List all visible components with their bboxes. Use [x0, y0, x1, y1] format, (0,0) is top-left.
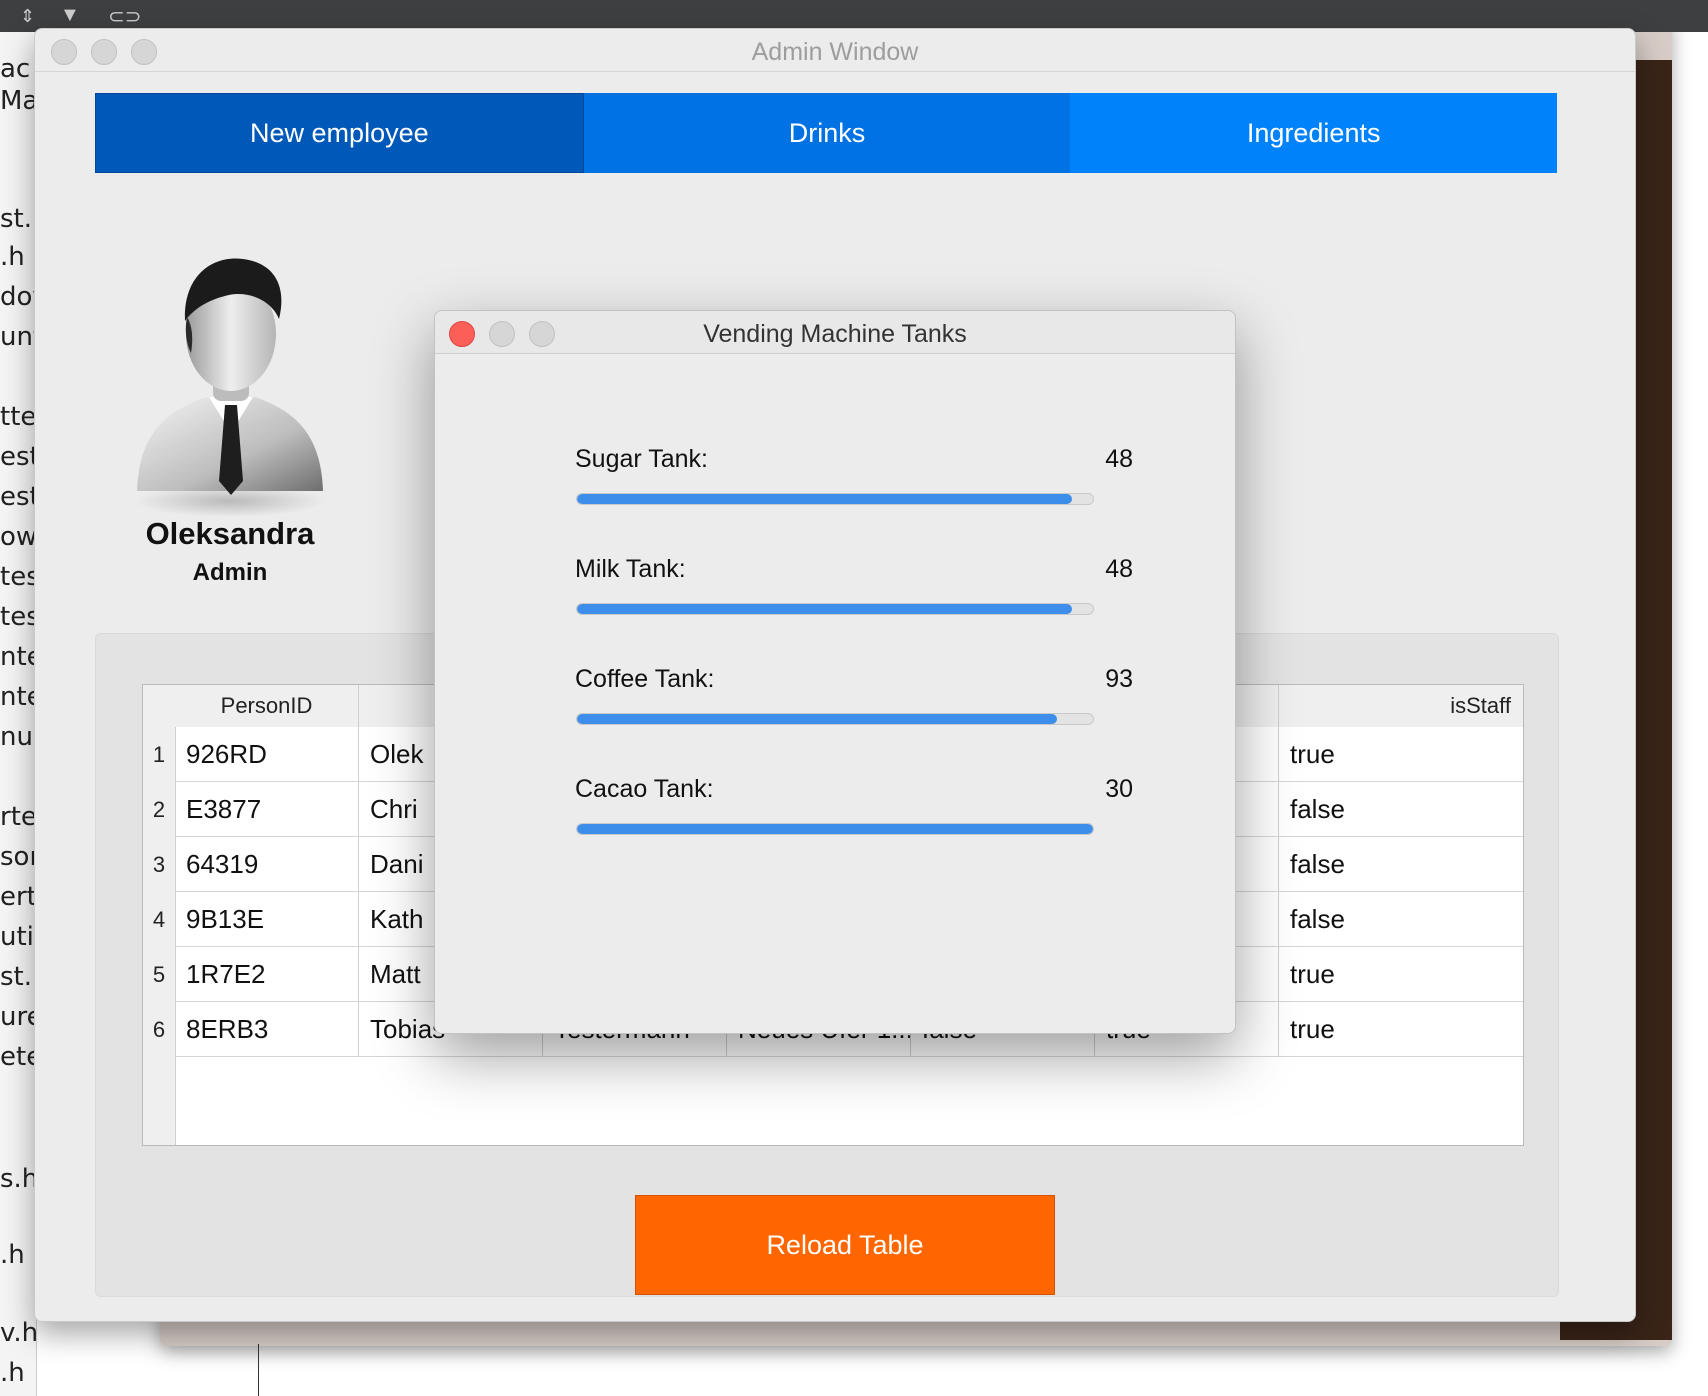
tank-value: 30: [1105, 775, 1133, 803]
background-file-item: .h: [0, 1358, 25, 1388]
table-cell[interactable]: true: [1279, 947, 1523, 1002]
table-cell[interactable]: E3877: [175, 782, 359, 837]
table-cell[interactable]: 926RD: [175, 727, 359, 782]
table-cell[interactable]: 64319: [175, 837, 359, 892]
background-file-item: Ma: [0, 86, 39, 116]
tank-label: Coffee Tank:: [575, 665, 715, 693]
tab-new-employee[interactable]: New employee: [95, 93, 584, 173]
table-cell[interactable]: true: [1279, 727, 1523, 782]
window-title: Admin Window: [751, 38, 919, 66]
toolbar-filter-icon[interactable]: ▼: [60, 4, 80, 27]
person-icon: [135, 258, 325, 517]
tank-label: Sugar Tank:: [575, 445, 708, 473]
table-corner: [143, 685, 176, 727]
row-number[interactable]: 2: [143, 782, 176, 837]
tank-label: Cacao Tank:: [575, 775, 714, 803]
tank-progress-bar: [576, 823, 1094, 835]
admin-titlebar: Admin Window: [35, 29, 1635, 72]
tank-label: Milk Tank:: [575, 555, 686, 583]
tab-bar: New employee Drinks Ingredients: [95, 93, 1558, 173]
table-cell[interactable]: true: [1279, 1002, 1523, 1057]
row-number[interactable]: 5: [143, 947, 176, 1002]
background-file-item: st.: [0, 204, 33, 234]
background-file-item: tte: [0, 402, 37, 432]
row-header-empty: [143, 1057, 176, 1145]
tank-progress-fill: [577, 494, 1073, 504]
row-number[interactable]: 1: [143, 727, 176, 782]
tab-drinks[interactable]: Drinks: [583, 93, 1071, 173]
dialog-title: Vending Machine Tanks: [703, 320, 967, 348]
table-cell[interactable]: false: [1279, 782, 1523, 837]
column-header-personid[interactable]: PersonID: [175, 685, 359, 727]
toolbar-sort-icon[interactable]: ⇕: [20, 6, 35, 27]
row-number[interactable]: 3: [143, 837, 176, 892]
row-number[interactable]: 6: [143, 1002, 176, 1057]
column-header-isstaff[interactable]: isStaff: [1279, 685, 1523, 727]
tab-ingredients[interactable]: Ingredients: [1070, 93, 1558, 173]
tanks-dialog: Vending Machine Tanks Sugar Tank: 48 Milk …: [434, 310, 1236, 1034]
tank-progress-fill: [577, 714, 1057, 724]
tank-progress-bar: [576, 713, 1094, 725]
table-cell[interactable]: 8ERB3: [175, 1002, 359, 1057]
background-file-item: s.h: [0, 1164, 39, 1194]
tank-value: 93: [1105, 665, 1133, 693]
table-cell[interactable]: 9B13E: [175, 892, 359, 947]
background-file-item: .h: [0, 1240, 25, 1270]
reload-table-button[interactable]: Reload Table: [635, 1195, 1055, 1295]
background-file-item: ac: [0, 54, 31, 84]
tank-value: 48: [1105, 445, 1133, 473]
toolbar-link-icon[interactable]: ⊂⊃: [108, 4, 142, 29]
background-file-item: .h: [0, 242, 25, 272]
tank-progress-fill: [577, 824, 1093, 834]
row-number[interactable]: 4: [143, 892, 176, 947]
user-role: Admin: [192, 559, 268, 586]
tank-value: 48: [1105, 555, 1133, 583]
tank-progress-fill: [577, 604, 1073, 614]
tank-progress-bar: [576, 493, 1094, 505]
tank-progress-bar: [576, 603, 1094, 615]
background-file-item: v.h: [0, 1318, 39, 1348]
table-cell[interactable]: 1R7E2: [175, 947, 359, 1002]
table-cell[interactable]: false: [1279, 837, 1523, 892]
user-name: Oleksandra: [145, 516, 315, 551]
table-cell[interactable]: false: [1279, 892, 1523, 947]
background-divider: [258, 1344, 259, 1396]
user-avatar: [125, 229, 335, 519]
background-file-sidebar: ac Ma st. .h dov unt tte est est ow. tes tes nte nte n…: [0, 32, 56, 1396]
dialog-titlebar: Vending Machine Tanks: [435, 311, 1235, 354]
